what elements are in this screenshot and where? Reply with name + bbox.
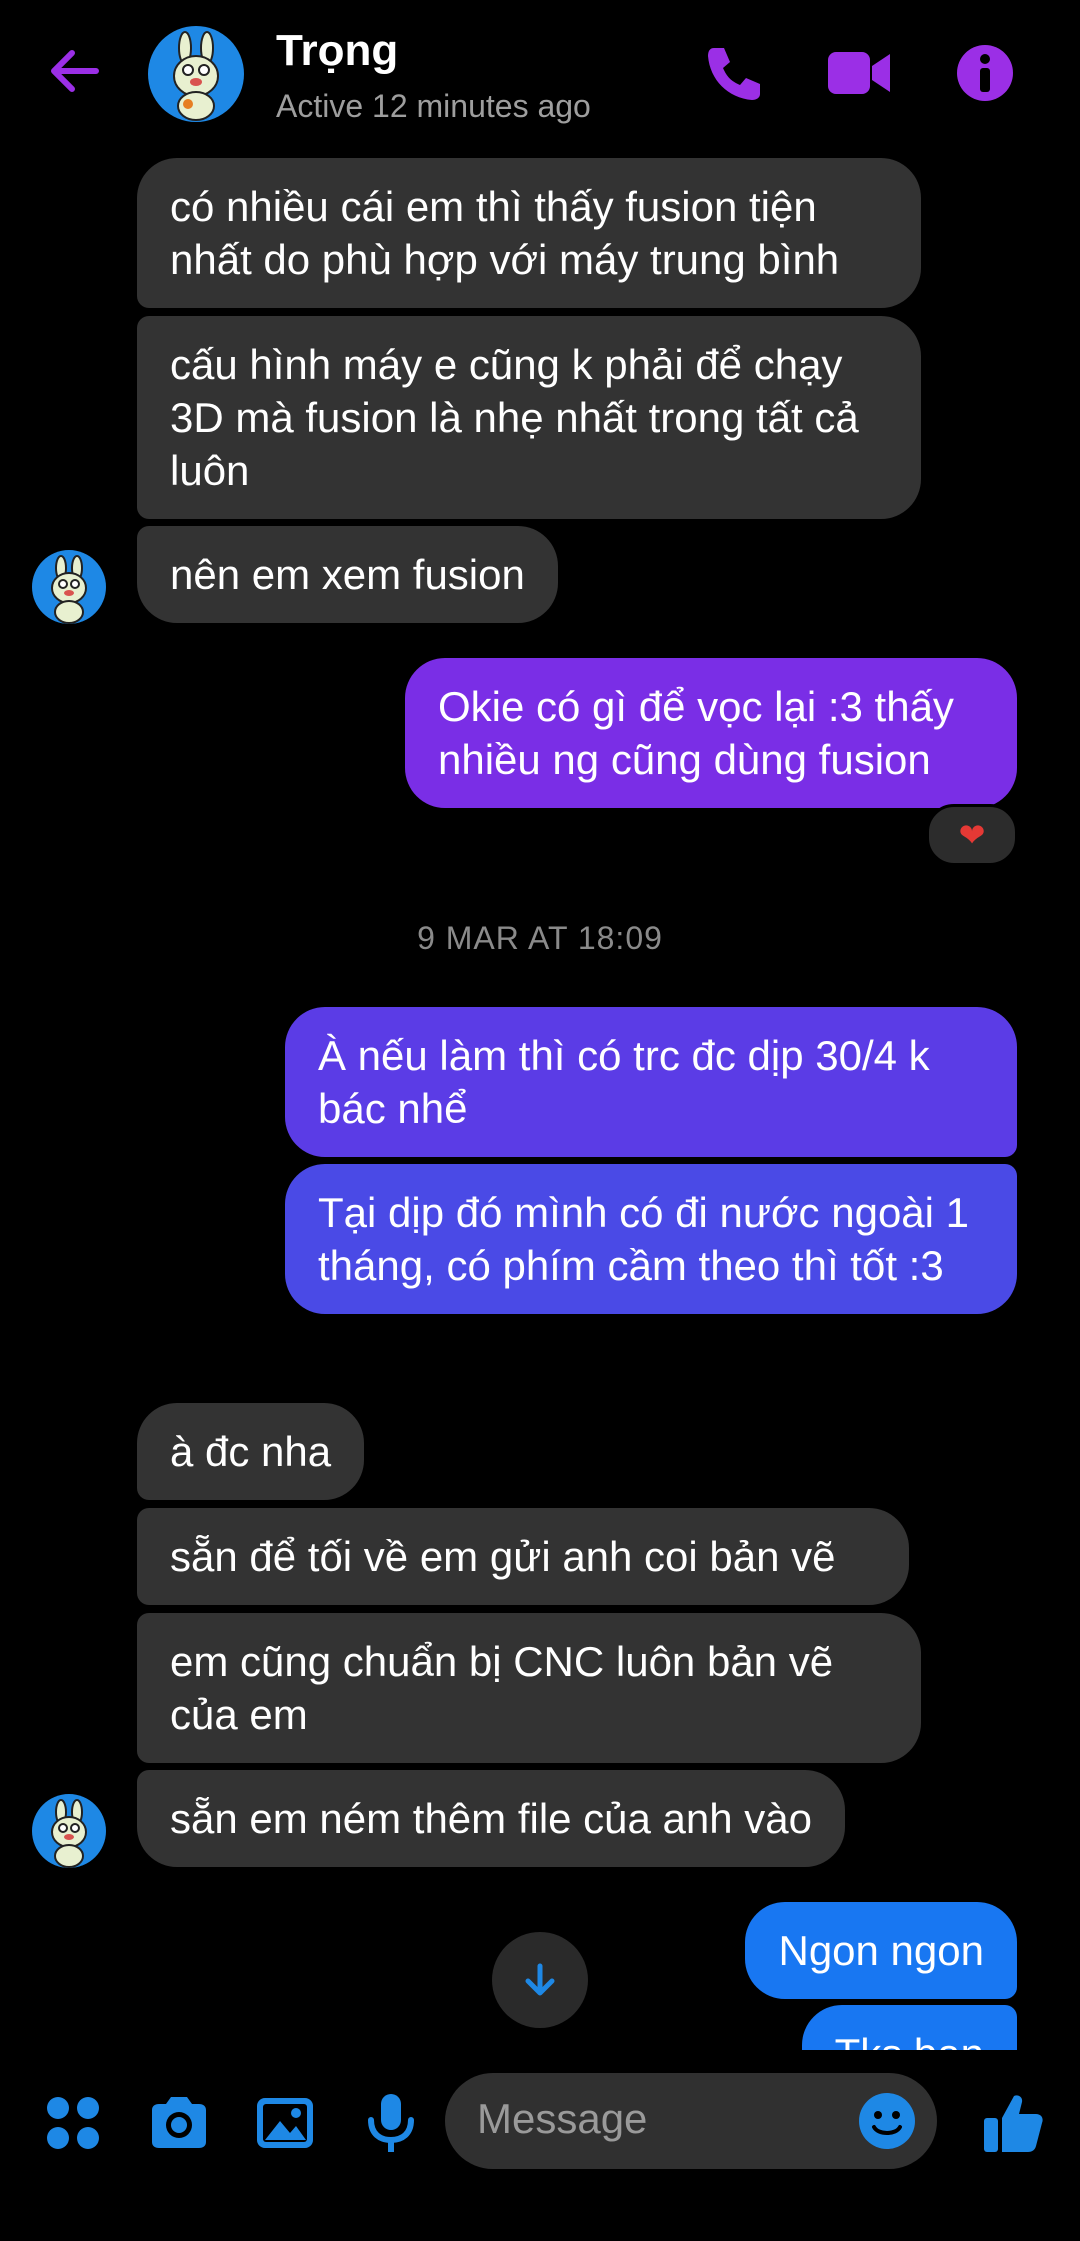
back-arrow-icon[interactable] (44, 40, 106, 102)
info-icon[interactable] (952, 40, 1018, 106)
emoji-icon[interactable] (855, 2089, 919, 2153)
message-placeholder: Message (477, 2095, 648, 2142)
chat-header: Trọng Active 12 minutes ago (0, 0, 1080, 150)
received-message[interactable]: có nhiều cái em thì thấy fusion tiện nhấ… (137, 158, 921, 308)
scroll-to-bottom-button[interactable] (492, 1932, 588, 2028)
heart-reaction[interactable]: ❤ (926, 804, 1018, 866)
contact-avatar[interactable] (148, 26, 244, 122)
message-list[interactable]: có nhiều cái em thì thấy fusion tiện nhấ… (0, 150, 1080, 2050)
active-status: Active 12 minutes ago (276, 88, 591, 124)
sent-message[interactable]: À nếu làm thì có trc đc dịp 30/4 k bác n… (285, 1007, 1017, 1157)
camera-icon[interactable] (144, 2088, 214, 2158)
sent-message[interactable]: Tks bạn (801, 2005, 1017, 2050)
video-call-icon[interactable] (826, 40, 892, 106)
phone-icon[interactable] (700, 40, 766, 106)
received-message[interactable]: cấu hình máy e cũng k phải để chạy 3D mà… (137, 316, 921, 519)
sent-message[interactable]: Ngon ngon (745, 1902, 1017, 1999)
sent-message[interactable]: Tại dịp đó mình có đi nước ngoài 1 tháng… (285, 1164, 1017, 1314)
microphone-icon[interactable] (356, 2088, 426, 2158)
received-message[interactable]: à đc nha (137, 1403, 365, 1500)
received-message[interactable]: nên em xem fusion (137, 526, 558, 623)
received-message[interactable]: sẵn em ném thêm file của anh vào (137, 1770, 846, 1867)
apps-grid-icon[interactable] (38, 2088, 108, 2158)
message-input[interactable]: Message (445, 2073, 937, 2169)
contact-name[interactable]: Trọng (276, 26, 398, 76)
received-message[interactable]: em cũng chuẩn bị CNC luôn bản vẽ của em (137, 1613, 921, 1763)
arrow-down-icon (525, 1963, 555, 1996)
date-divider: 9 MAR AT 18:09 (417, 920, 663, 956)
sender-avatar[interactable] (32, 1794, 106, 1868)
sender-avatar[interactable] (32, 550, 106, 624)
sent-message[interactable]: Okie có gì để vọc lại :3 thấy nhiều ng c… (405, 658, 1017, 808)
gallery-icon[interactable] (250, 2088, 320, 2158)
thumbs-up-icon[interactable] (978, 2088, 1048, 2158)
heart-icon: ❤ (958, 817, 986, 853)
received-message[interactable]: sẵn để tối về em gửi anh coi bản vẽ (137, 1508, 909, 1605)
